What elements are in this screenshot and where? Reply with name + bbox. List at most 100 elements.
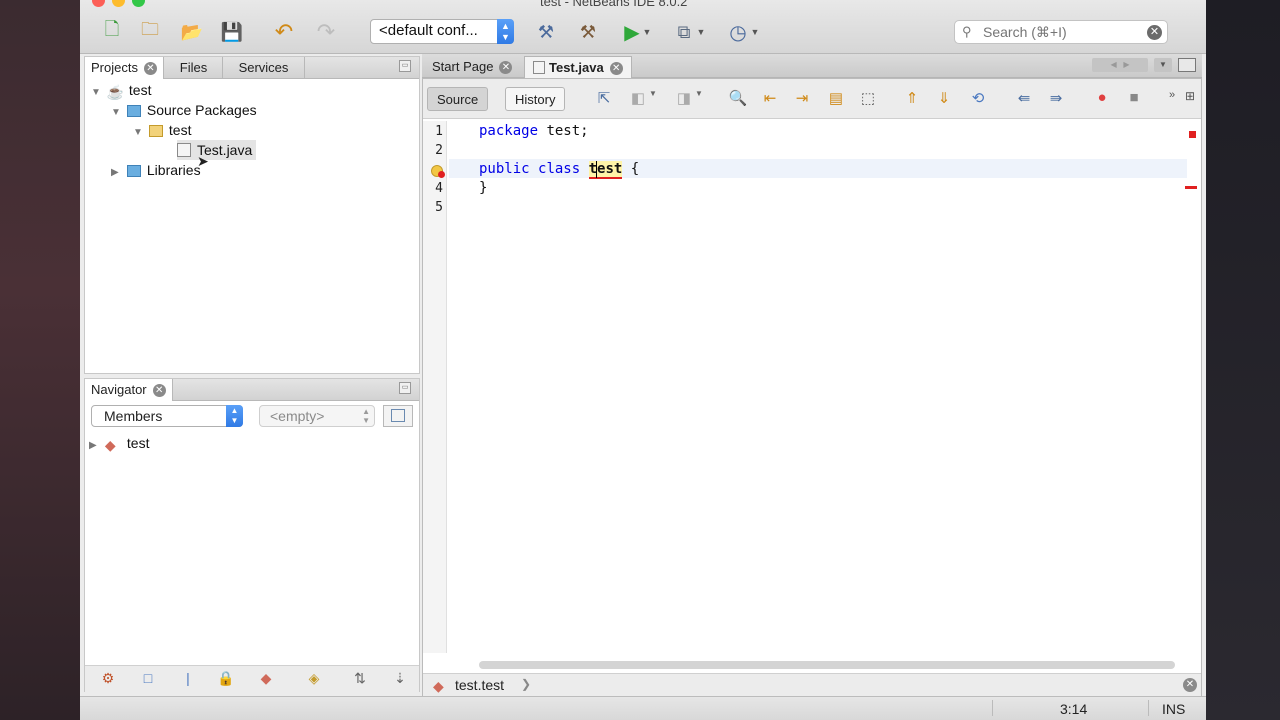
collapse-arrow-icon[interactable]: ▼ [91, 83, 103, 103]
shift-line-left-icon[interactable]: ⇚ [1013, 89, 1035, 109]
undo-icon[interactable]: ↶ [270, 18, 298, 46]
navigator-tabbar: Navigator ✕ ▭ [85, 379, 419, 401]
back-dropdown-icon[interactable]: ▼ [647, 89, 659, 109]
tab-test-java[interactable]: Test.java ✕ [524, 56, 632, 78]
collapse-arrow-icon[interactable]: ▼ [111, 103, 123, 123]
package-label: test [168, 122, 192, 138]
history-label: History [515, 92, 556, 107]
configuration-select[interactable]: <default conf... ▲ ▼ [370, 19, 514, 44]
redo-icon[interactable]: ↷ [312, 18, 340, 46]
clean-build-icon[interactable]: ⚒ [574, 18, 602, 46]
start-macro-recording-icon[interactable]: ● [1091, 89, 1113, 109]
keyword-public: public [479, 161, 530, 177]
tree-node-source-packages[interactable]: ▼ Source Packages [111, 100, 257, 120]
minimize-window-button[interactable] [112, 0, 125, 7]
close-breadcrumb-icon[interactable]: ✕ [1183, 678, 1197, 692]
toggle-bookmark-icon[interactable]: ⟲ [967, 89, 989, 109]
forward-icon[interactable]: ◨ [673, 89, 695, 109]
tab-services[interactable]: Services [223, 57, 305, 79]
breadcrumb-item[interactable]: test.test [455, 677, 504, 693]
close-brace: } [479, 180, 488, 196]
stop-macro-recording-icon[interactable]: ■ [1123, 89, 1145, 109]
build-hammer-icon[interactable]: ⚒ [532, 18, 560, 46]
close-tab-icon[interactable]: ✕ [609, 62, 623, 75]
find-previous-icon[interactable]: ⇤ [759, 89, 781, 109]
find-icon[interactable]: 🔍 [727, 89, 749, 109]
error-badge-icon [438, 171, 445, 178]
code-line-3[interactable]: public class test { [479, 160, 639, 179]
toggle-rectangular-selection-icon[interactable]: ⬚ [857, 89, 879, 109]
navigator-tree-item[interactable]: ▶ ◆ test [89, 433, 149, 453]
clear-search-icon[interactable]: ✕ [1147, 25, 1162, 40]
show-static-icon[interactable]: | [177, 670, 199, 690]
expand-arrow-icon[interactable]: ▶ [89, 436, 101, 456]
next-bookmark-icon[interactable]: ⇓ [933, 89, 955, 109]
expand-arrow-icon[interactable]: ▶ [111, 163, 123, 183]
collapse-arrow-icon[interactable]: ▼ [133, 123, 145, 143]
close-tab-icon[interactable]: ✕ [152, 384, 166, 397]
navigator-panel: Navigator ✕ ▭ Members ▲ ▼ <empty> ▲ ▼ ▶ ◆ te… [84, 378, 420, 693]
open-project-icon[interactable]: 📂 [178, 18, 206, 46]
line-number: 5 [435, 200, 443, 215]
close-tab-icon[interactable]: ✕ [499, 61, 513, 74]
projects-panel: Projects ✕ Files Services ▭ ▼ ☕ test ▼ Sou… [84, 56, 420, 374]
tab-projects[interactable]: Projects ✕ [85, 57, 164, 79]
show-inner-classes-icon[interactable]: ◆ [255, 670, 277, 690]
horizontal-scrollbar[interactable] [479, 661, 1175, 669]
last-edit-icon[interactable]: ⇱ [593, 89, 615, 109]
error-stripe-line[interactable] [1185, 186, 1197, 189]
split-editor-icon[interactable]: ⊞ [1179, 89, 1201, 109]
close-tab-icon[interactable]: ✕ [143, 62, 157, 75]
tab-files[interactable]: Files [165, 57, 223, 79]
run-dropdown-icon[interactable]: ▼ [640, 18, 654, 46]
configuration-value: <default conf... [379, 22, 478, 39]
main-toolbar: test - NetBeans IDE 8.0.2 🗋 🗀 📂 💾 ↶ ↷ <d… [80, 0, 1206, 54]
package-icon [148, 125, 163, 137]
code-line-1[interactable]: package test; [479, 122, 589, 141]
find-next-icon[interactable]: ⇥ [791, 89, 813, 109]
scroll-tabs-icon[interactable]: ◀ ▶ [1092, 58, 1148, 72]
tree-node-libraries[interactable]: ▶ Libraries [111, 160, 201, 180]
source-view-button[interactable]: Source [427, 87, 489, 111]
navigator-view-button[interactable] [383, 405, 413, 427]
close-window-button[interactable] [92, 0, 105, 7]
sort-by-name-icon[interactable]: ⇣ [389, 670, 411, 690]
save-all-icon[interactable]: 💾 [218, 18, 246, 46]
back-icon[interactable]: ◧ [627, 89, 649, 109]
shift-line-right-icon[interactable]: ⇛ [1045, 89, 1067, 109]
line-number: 2 [435, 143, 443, 158]
show-inherited-icon[interactable]: ⚙ [97, 670, 119, 690]
toggle-highlight-icon[interactable]: ▤ [825, 89, 847, 109]
maximize-window-icon[interactable] [1178, 58, 1196, 72]
tree-node-file[interactable]: Test.java [177, 140, 257, 160]
tree-node-package[interactable]: ▼ test [133, 120, 191, 140]
members-select[interactable]: Members ▲ ▼ [91, 405, 243, 427]
sort-by-source-icon[interactable]: ⇅ [349, 670, 371, 690]
error-stripe-marker[interactable] [1189, 131, 1196, 138]
line-number-gutter: 1 2 4 5 [423, 121, 447, 653]
history-view-button[interactable]: History [505, 87, 566, 111]
forward-dropdown-icon[interactable]: ▼ [693, 89, 705, 109]
new-file-icon[interactable]: 🗋 [98, 18, 126, 46]
tab-navigator[interactable]: Navigator ✕ [85, 379, 173, 401]
profile-dropdown-icon[interactable]: ▼ [748, 18, 762, 46]
code-line-4[interactable]: } [479, 179, 487, 198]
minimize-panel-icon[interactable]: ▭ [399, 382, 411, 394]
search-input[interactable] [983, 24, 1133, 40]
caret-position: 3:14 [1060, 701, 1088, 717]
previous-bookmark-icon[interactable]: ⇑ [901, 89, 923, 109]
show-fields-icon[interactable]: □ [137, 670, 159, 690]
debug-dropdown-icon[interactable]: ▼ [694, 18, 708, 46]
zoom-window-button[interactable] [132, 0, 145, 7]
show-opened-documents-icon[interactable]: ▼ [1154, 58, 1172, 72]
layout-icon [391, 409, 405, 422]
new-project-icon[interactable]: 🗀 [136, 18, 164, 46]
show-fqn-icon[interactable]: ◈ [303, 670, 325, 690]
quick-search-box[interactable]: ⚲ ✕ [954, 20, 1168, 44]
minimize-panel-icon[interactable]: ▭ [399, 60, 411, 72]
show-non-public-icon[interactable]: 🔒 [215, 670, 237, 690]
tab-start-page[interactable]: Start Page ✕ [424, 56, 520, 78]
divider [1148, 700, 1149, 716]
filter-select[interactable]: <empty> ▲ ▼ [259, 405, 375, 427]
tree-node-project[interactable]: ▼ ☕ test [91, 80, 151, 100]
